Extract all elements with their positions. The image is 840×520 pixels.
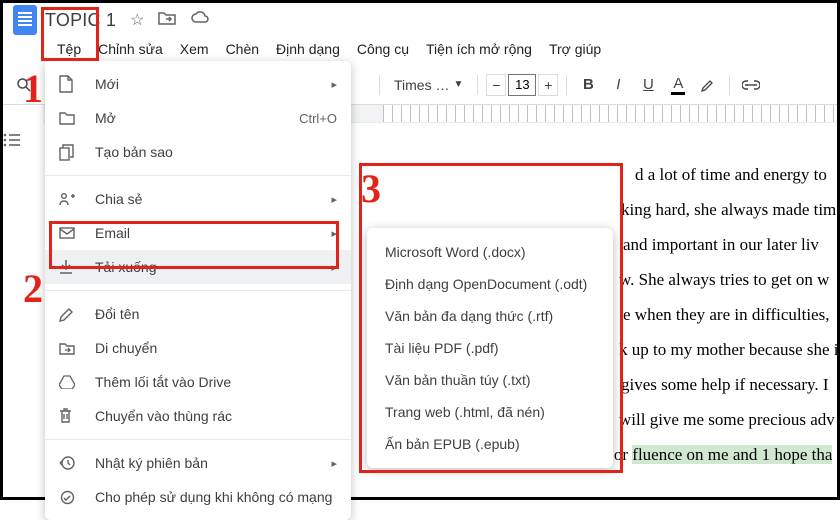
chevron-right-icon: ▸ (331, 78, 337, 91)
highlight-button[interactable] (695, 72, 721, 98)
menu-item-offline[interactable]: Cho phép sử dụng khi không có mạng (45, 480, 351, 514)
copy-icon (59, 144, 79, 161)
menu-insert[interactable]: Chèn (218, 37, 267, 61)
menu-file[interactable]: Tệp (49, 37, 89, 61)
chevron-right-icon: ▸ (331, 193, 337, 206)
menu-label: Cho phép sử dụng khi không có mạng (95, 489, 337, 505)
menu-separator (45, 290, 351, 291)
body-line: and important in our later liv (623, 228, 819, 263)
body-line: gives some help if necessary. I (621, 368, 829, 403)
menu-separator (45, 175, 351, 176)
menu-edit[interactable]: Chỉnh sửa (90, 37, 171, 61)
trash-icon (59, 408, 79, 424)
menu-label: Chia sẻ (95, 191, 315, 207)
menu-label: Email (95, 225, 315, 241)
chevron-right-icon: ▸ (331, 227, 337, 240)
menu-item-open[interactable]: Mở Ctrl+O (45, 101, 351, 135)
body-line: w. She always tries to get on w (619, 263, 829, 298)
drive-shortcut-icon (59, 375, 79, 389)
menu-item-add-shortcut[interactable]: Thêm lối tắt vào Drive (45, 365, 351, 399)
folder-icon (59, 111, 79, 125)
submenu-item-pdf[interactable]: Tài liệu PDF (.pdf) (367, 332, 613, 364)
move-folder-icon[interactable] (158, 10, 176, 30)
menu-format[interactable]: Định dạng (268, 37, 348, 61)
menu-item-move[interactable]: Di chuyển (45, 331, 351, 365)
toolbar-separator (477, 75, 478, 95)
history-icon (59, 455, 79, 471)
body-line: will give me some precious adv (619, 403, 835, 438)
file-dropdown-menu: Mới ▸ Mở Ctrl+O Tạo bản sao Chia sẻ ▸ Em… (45, 61, 351, 520)
menu-item-new[interactable]: Mới ▸ (45, 67, 351, 101)
menu-item-make-copy[interactable]: Tạo bản sao (45, 135, 351, 169)
menu-label: Thêm lối tắt vào Drive (95, 374, 337, 390)
menu-item-email[interactable]: Email ▸ (45, 216, 351, 250)
menu-item-download[interactable]: Tải xuống ▸ (45, 250, 351, 284)
body-line: k up to my mother because she i (619, 333, 839, 368)
menu-label: Đổi tên (95, 306, 337, 322)
star-icon[interactable]: ☆ (130, 10, 144, 30)
share-icon (59, 192, 79, 206)
menubar: Tệp Chỉnh sửa Xem Chèn Định dạng Công cụ… (49, 37, 827, 61)
chevron-down-icon: ▼ (453, 79, 463, 90)
menu-label: Tải xuống (95, 259, 315, 275)
submenu-item-rtf[interactable]: Văn bản đa dạng thức (.rtf) (367, 300, 613, 332)
menu-label: Di chuyển (95, 340, 337, 356)
font-size-decrease[interactable]: − (486, 74, 506, 96)
insert-link-button[interactable] (738, 72, 764, 98)
menu-item-share[interactable]: Chia sẻ ▸ (45, 182, 351, 216)
move-icon (59, 342, 79, 355)
menu-view[interactable]: Xem (172, 37, 217, 61)
menu-item-trash[interactable]: Chuyển vào thùng rác (45, 399, 351, 433)
body-line: d a lot of time and energy to (635, 158, 827, 193)
menu-item-version-history[interactable]: Nhật ký phiên bản ▸ (45, 446, 351, 480)
menu-label: Nhật ký phiên bản (95, 455, 315, 471)
email-icon (59, 227, 79, 239)
font-size-input[interactable] (508, 74, 536, 96)
body-line: e when they are in difficulties, (623, 298, 829, 333)
font-family-select[interactable]: Times … ▼ (388, 75, 469, 95)
shortcut-label: Ctrl+O (299, 111, 337, 126)
menu-extensions[interactable]: Tiện ích mở rộng (418, 37, 540, 61)
submenu-item-odt[interactable]: Định dạng OpenDocument (.odt) (367, 268, 613, 300)
submenu-item-txt[interactable]: Văn bản thuần túy (.txt) (367, 364, 613, 396)
menu-separator (45, 439, 351, 440)
menu-tools[interactable]: Công cụ (349, 37, 417, 61)
submenu-item-epub[interactable]: Ấn bản EPUB (.epub) (367, 428, 613, 460)
toolbar-separator (379, 75, 380, 95)
search-button[interactable] (11, 72, 37, 98)
text-color-button[interactable]: A (665, 72, 691, 98)
submenu-item-docx[interactable]: Microsoft Word (.docx) (367, 236, 613, 268)
menu-label: Tạo bản sao (95, 144, 337, 160)
menu-label: Chuyển vào thùng rác (95, 408, 337, 424)
document-title[interactable]: TOPIC 1 (45, 10, 116, 31)
underline-button[interactable]: U (635, 72, 661, 98)
chevron-right-icon: ▸ (331, 261, 337, 274)
outline-toggle-icon[interactable] (3, 133, 43, 147)
menu-label: Mới (95, 76, 315, 92)
rename-icon (59, 307, 79, 322)
font-size-increase[interactable]: + (538, 74, 558, 96)
font-name-label: Times … (394, 77, 449, 93)
download-submenu: Microsoft Word (.docx) Định dạng OpenDoc… (367, 228, 613, 468)
italic-button[interactable]: I (605, 72, 631, 98)
body-line: king hard, she always made time (621, 193, 840, 228)
menu-label: Mở (95, 110, 283, 126)
cloud-status-icon[interactable] (190, 10, 210, 30)
chevron-right-icon: ▸ (331, 457, 337, 470)
download-icon (59, 259, 79, 275)
submenu-item-html[interactable]: Trang web (.html, đã nén) (367, 396, 613, 428)
toolbar-separator (566, 75, 567, 95)
offline-icon (59, 490, 79, 505)
menu-item-rename[interactable]: Đổi tên (45, 297, 351, 331)
toolbar-separator (729, 75, 730, 95)
menu-help[interactable]: Trợ giúp (541, 37, 609, 61)
docs-logo-icon[interactable] (13, 5, 37, 35)
bold-button[interactable]: B (575, 72, 601, 98)
document-icon (59, 75, 79, 93)
